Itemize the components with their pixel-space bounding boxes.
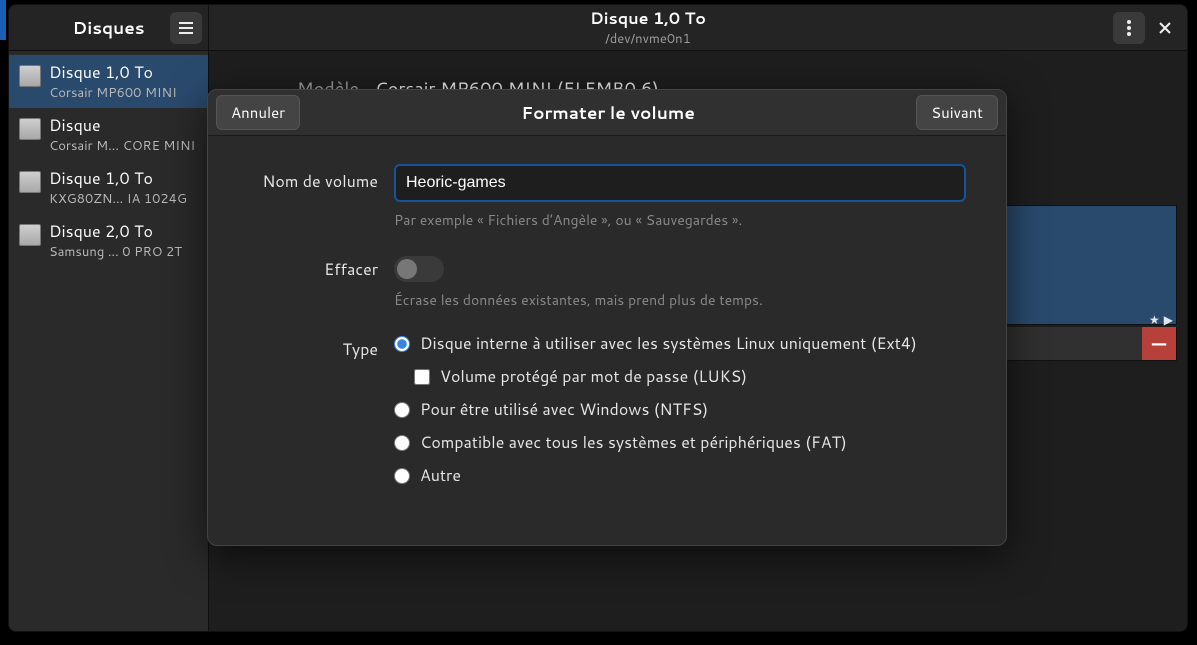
sidebar-item-title: Disque: [49, 114, 195, 137]
erase-label: Effacer: [248, 252, 378, 281]
sidebar-item-text: Disque 1,0 To KXG80ZN… IA 1024G: [49, 167, 187, 208]
sidebar-item-title: Disque 1,0 To: [49, 167, 187, 190]
sidebar-disk-item[interactable]: Disque 2,0 To Samsung … 0 PRO 2T: [9, 214, 208, 267]
sidebar-item-subtitle: KXG80ZN… IA 1024G: [49, 190, 187, 208]
type-option-label: Disque interne à utiliser avec les systè…: [420, 332, 917, 355]
sidebar-item-subtitle: Samsung … 0 PRO 2T: [49, 243, 182, 261]
volume-name-input[interactable]: [394, 164, 966, 202]
type-option-label: Pour être utilisé avec Windows (NTFS): [420, 398, 708, 421]
type-option-ext4[interactable]: Disque interne à utiliser avec les systè…: [394, 332, 966, 355]
app-title: Disques: [73, 16, 145, 40]
star-icon: ★: [1149, 311, 1160, 328]
type-label: Type: [248, 332, 378, 361]
type-option-label: Volume protégé par mot de passe (LUKS): [440, 365, 747, 388]
type-option-luks[interactable]: Volume protégé par mot de passe (LUKS): [414, 365, 966, 388]
drive-icon: [19, 118, 41, 140]
dialog-header: Annuler Formater le volume Suivant: [208, 90, 1006, 136]
window-accent-strip: [0, 0, 6, 40]
dialog-title: Formater le volume: [521, 101, 694, 125]
disk-menu-button[interactable]: [1113, 12, 1145, 44]
close-icon: [1159, 22, 1171, 34]
type-option-fat[interactable]: Compatible avec tous les systèmes et pér…: [394, 431, 966, 454]
erase-row: Effacer Écrase les données existantes, m…: [248, 252, 966, 324]
sidebar-item-text: Disque Corsair M… CORE MINI: [49, 114, 195, 155]
drive-icon: [19, 65, 41, 87]
drive-icon: [19, 224, 41, 246]
dialog-body: Nom de volume Par exemple « Fichiers d’A…: [208, 136, 1006, 545]
type-row: Type Disque interne à utiliser avec les …: [248, 332, 966, 497]
type-option-label: Compatible avec tous les systèmes et pér…: [420, 431, 847, 454]
erase-switch[interactable]: [394, 256, 444, 282]
kebab-icon: [1127, 20, 1131, 36]
remove-partition-button[interactable]: —: [1142, 327, 1176, 360]
close-window-button[interactable]: [1149, 12, 1181, 44]
disk-title: Disque 1,0 To: [590, 7, 706, 30]
hamburger-menu-button[interactable]: [170, 12, 202, 44]
sidebar-item-text: Disque 1,0 To Corsair MP600 MINI: [49, 61, 177, 102]
drive-icon: [19, 171, 41, 193]
volume-name-hint: Par exemple « Fichiers d’Angèle », ou « …: [394, 210, 966, 230]
sidebar-item-subtitle: Corsair M… CORE MINI: [49, 137, 195, 155]
format-volume-dialog: Annuler Formater le volume Suivant Nom d…: [207, 89, 1007, 546]
cancel-button[interactable]: Annuler: [216, 95, 300, 130]
sidebar-item-text: Disque 2,0 To Samsung … 0 PRO 2T: [49, 220, 182, 261]
sidebar-item-title: Disque 1,0 To: [49, 61, 177, 84]
erase-hint: Écrase les données existantes, mais pren…: [394, 290, 966, 310]
volume-name-label: Nom de volume: [248, 164, 378, 193]
minus-icon: —: [1152, 330, 1166, 358]
sidebar-disk-item[interactable]: Disque 1,0 To Corsair MP600 MINI: [9, 55, 208, 108]
play-icon: ▶: [1164, 311, 1173, 328]
sidebar-item-title: Disque 2,0 To: [49, 220, 182, 243]
type-radio-ext4[interactable]: [394, 336, 410, 352]
type-option-ntfs[interactable]: Pour être utilisé avec Windows (NTFS): [394, 398, 966, 421]
type-option-label: Autre: [420, 464, 461, 487]
next-button[interactable]: Suivant: [916, 95, 998, 130]
volume-name-row: Nom de volume Par exemple « Fichiers d’A…: [248, 164, 966, 244]
type-radio-other[interactable]: [394, 468, 410, 484]
headerbar-center: Disque 1,0 To /dev/nvme0n1: [209, 5, 1087, 50]
main-window: Disques Disque 1,0 To /dev/nvme0n1 Disqu…: [8, 4, 1188, 632]
sidebar-disk-item[interactable]: Disque 1,0 To KXG80ZN… IA 1024G: [9, 161, 208, 214]
headerbar: Disques Disque 1,0 To /dev/nvme0n1: [9, 5, 1187, 51]
headerbar-right: [1087, 5, 1187, 50]
type-checkbox-luks[interactable]: [414, 369, 430, 385]
sidebar-item-subtitle: Corsair MP600 MINI: [49, 84, 177, 102]
disk-subtitle: /dev/nvme0n1: [605, 30, 691, 48]
hamburger-icon: [178, 21, 194, 35]
sidebar: Disque 1,0 To Corsair MP600 MINI Disque …: [9, 51, 209, 631]
sidebar-disk-item[interactable]: Disque Corsair M… CORE MINI: [9, 108, 208, 161]
headerbar-left: Disques: [9, 5, 209, 50]
type-radio-fat[interactable]: [394, 435, 410, 451]
type-option-other[interactable]: Autre: [394, 464, 966, 487]
type-radio-ntfs[interactable]: [394, 402, 410, 418]
volume-strip-icons: ★ ▶: [1149, 311, 1173, 328]
